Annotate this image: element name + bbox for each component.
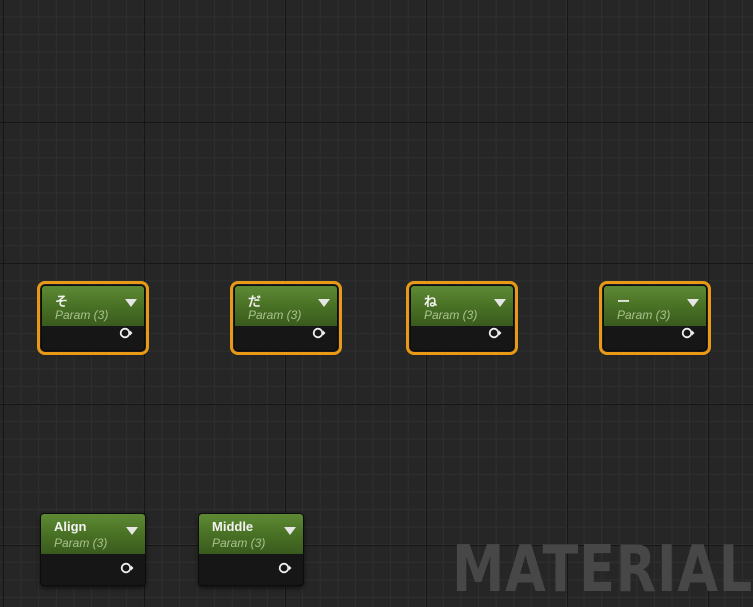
node-subtitle: Param (3) bbox=[617, 308, 671, 322]
node-header[interactable]: Middle Param (3) bbox=[199, 514, 303, 554]
node-title: Middle bbox=[212, 519, 254, 534]
output-pin-icon[interactable] bbox=[278, 562, 292, 574]
node-subtitle: Param (3) bbox=[55, 308, 109, 322]
collapse-arrow-icon[interactable] bbox=[687, 299, 699, 307]
node-header[interactable]: そ Param (3) bbox=[42, 286, 144, 326]
collapse-arrow-icon[interactable] bbox=[126, 527, 138, 535]
param-node[interactable]: ー Param (3) bbox=[599, 281, 711, 355]
collapse-arrow-icon[interactable] bbox=[318, 299, 330, 307]
node-header[interactable]: だ Param (3) bbox=[235, 286, 337, 326]
material-watermark: MATERIAL bbox=[452, 533, 753, 607]
node-subtitle: Param (3) bbox=[54, 536, 108, 550]
collapse-arrow-icon[interactable] bbox=[494, 299, 506, 307]
param-node[interactable]: そ Param (3) bbox=[37, 281, 149, 355]
node-subtitle: Param (3) bbox=[424, 308, 478, 322]
node-subtitle: Param (3) bbox=[248, 308, 302, 322]
output-pin-icon[interactable] bbox=[488, 327, 502, 339]
output-pin-icon[interactable] bbox=[119, 327, 133, 339]
output-pin-icon[interactable] bbox=[312, 327, 326, 339]
node-subtitle: Param (3) bbox=[212, 536, 266, 550]
param-node[interactable]: Middle Param (3) bbox=[198, 513, 304, 586]
material-graph-canvas[interactable]: そ Param (3) だ Param (3) ね Param (3) ー Pa… bbox=[0, 0, 753, 607]
node-title: Align bbox=[54, 519, 87, 534]
collapse-arrow-icon[interactable] bbox=[284, 527, 296, 535]
node-header[interactable]: ー Param (3) bbox=[604, 286, 706, 326]
node-header[interactable]: ね Param (3) bbox=[411, 286, 513, 326]
param-node[interactable]: だ Param (3) bbox=[230, 281, 342, 355]
collapse-arrow-icon[interactable] bbox=[125, 299, 137, 307]
output-pin-icon[interactable] bbox=[120, 562, 134, 574]
param-node[interactable]: Align Param (3) bbox=[40, 513, 146, 586]
output-pin-icon[interactable] bbox=[681, 327, 695, 339]
param-node[interactable]: ね Param (3) bbox=[406, 281, 518, 355]
node-header[interactable]: Align Param (3) bbox=[41, 514, 145, 554]
